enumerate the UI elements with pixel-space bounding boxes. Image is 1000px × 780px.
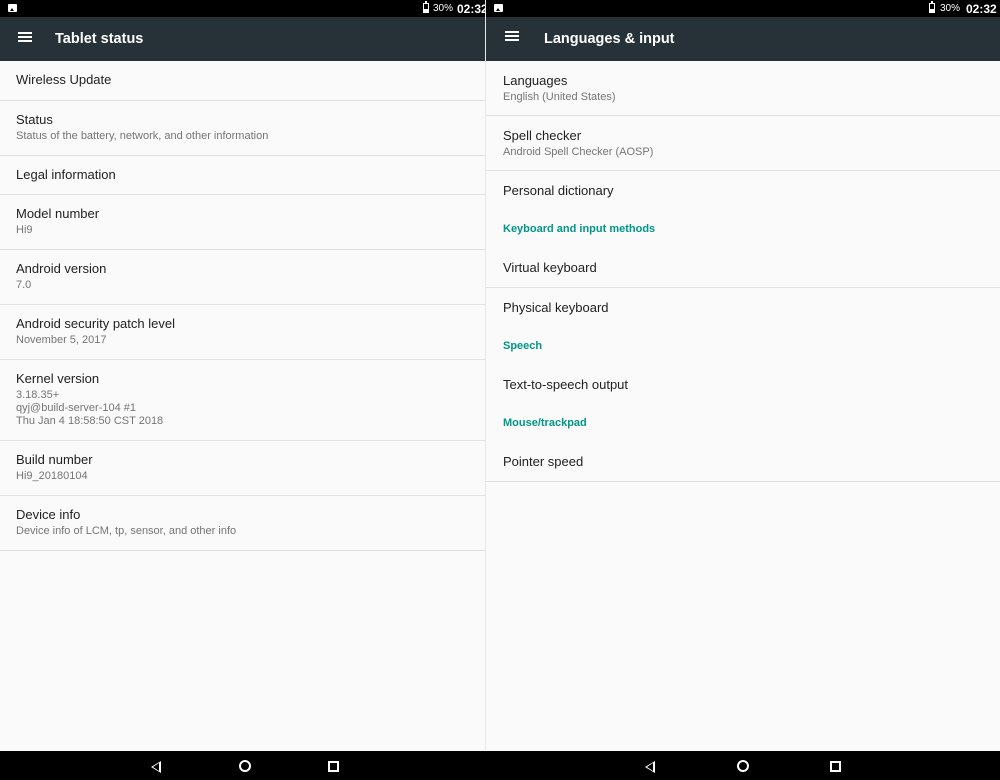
item-title: Legal information (16, 167, 116, 182)
back-triangle-icon[interactable] (151, 761, 161, 773)
tablet-status-panel: 30% 02:32 Tablet status Wireless Update … (0, 0, 486, 780)
list-item-security-patch-level[interactable]: Android security patch level November 5,… (0, 305, 485, 360)
list-item-pointer-speed[interactable]: Pointer speed (486, 442, 1000, 482)
status-bar: 30% 02:32 (0, 0, 485, 17)
item-title: Virtual keyboard (503, 260, 597, 275)
app-bar: Tablet status (0, 17, 485, 61)
languages-input-panel: 30% 02:32 Languages & input Languages En… (486, 0, 1000, 780)
category-header-keyboard: Keyboard and input methods (503, 223, 656, 235)
list-item-status[interactable]: Status Status of the battery, network, a… (0, 101, 485, 156)
list-item-wireless-update[interactable]: Wireless Update (0, 61, 485, 101)
list-item-model-number[interactable]: Model number Hi9 (0, 195, 485, 250)
item-summary: Android Spell Checker (AOSP) (503, 146, 654, 158)
home-circle-icon[interactable] (737, 760, 749, 772)
item-summary: 3.18.35+ qyj@build-server-104 #1 Thu Jan… (16, 389, 164, 427)
list-item-virtual-keyboard[interactable]: Virtual keyboard (486, 248, 1000, 288)
item-summary: November 5, 2017 (16, 334, 107, 346)
category-header-mouse: Mouse/trackpad (503, 417, 587, 429)
item-title: Personal dictionary (503, 183, 614, 198)
item-title: Spell checker (503, 128, 582, 143)
item-title: Android version (16, 261, 107, 276)
item-title: Android security patch level (16, 316, 175, 331)
item-title: Model number (16, 206, 100, 221)
list-item-text-to-speech[interactable]: Text-to-speech output (486, 365, 1000, 404)
item-title: Wireless Update (16, 72, 112, 87)
item-summary: Hi9 (16, 224, 33, 236)
list-item-personal-dictionary[interactable]: Personal dictionary (486, 171, 1000, 210)
image-notification-icon (494, 4, 503, 12)
clock: 02:32 (966, 2, 997, 16)
recents-square-icon[interactable] (830, 761, 841, 772)
battery-icon (929, 1, 935, 13)
list-item-physical-keyboard[interactable]: Physical keyboard (486, 288, 1000, 327)
item-summary: Hi9_20180104 (16, 470, 88, 482)
item-title: Physical keyboard (503, 300, 609, 315)
item-title: Text-to-speech output (503, 377, 629, 392)
category-header-speech: Speech (503, 340, 543, 352)
item-title: Languages (503, 73, 568, 88)
home-circle-icon[interactable] (239, 760, 251, 772)
image-notification-icon (8, 4, 17, 12)
item-title: Build number (16, 452, 93, 467)
settings-list: Wireless Update Status Status of the bat… (0, 61, 485, 551)
hamburger-menu-icon[interactable] (505, 30, 519, 42)
item-title: Pointer speed (503, 454, 584, 469)
list-item-kernel-version[interactable]: Kernel version 3.18.35+ qyj@build-server… (0, 360, 485, 441)
battery-percent: 30% (940, 3, 961, 14)
item-summary: English (United States) (503, 91, 616, 103)
list-item-spell-checker[interactable]: Spell checker Android Spell Checker (AOS… (486, 116, 1000, 171)
battery-percent: 30% (433, 3, 454, 14)
status-bar: 30% 02:32 (486, 0, 1000, 17)
settings-list: Languages English (United States) Spell … (486, 61, 1000, 482)
item-title: Status (16, 112, 53, 127)
list-item-legal-information[interactable]: Legal information (0, 156, 485, 195)
hamburger-menu-icon[interactable] (18, 31, 32, 43)
page-title: Tablet status (55, 31, 144, 47)
list-item-android-version[interactable]: Android version 7.0 (0, 250, 485, 305)
battery-icon (423, 1, 429, 13)
list-item-device-info[interactable]: Device info Device info of LCM, tp, sens… (0, 496, 485, 551)
item-summary: Status of the battery, network, and othe… (16, 130, 269, 142)
list-item-build-number[interactable]: Build number Hi9_20180104 (0, 441, 485, 496)
page-title: Languages & input (544, 31, 675, 47)
item-title: Device info (16, 507, 81, 522)
navigation-bar (0, 751, 1000, 780)
list-item-languages[interactable]: Languages English (United States) (486, 61, 1000, 116)
item-summary: Device info of LCM, tp, sensor, and othe… (16, 525, 237, 537)
item-title: Kernel version (16, 371, 100, 386)
item-summary: 7.0 (16, 279, 32, 291)
back-triangle-icon[interactable] (645, 761, 655, 773)
recents-square-icon[interactable] (328, 761, 339, 772)
app-bar: Languages & input (486, 17, 1000, 61)
clock: 02:32 (457, 2, 486, 16)
